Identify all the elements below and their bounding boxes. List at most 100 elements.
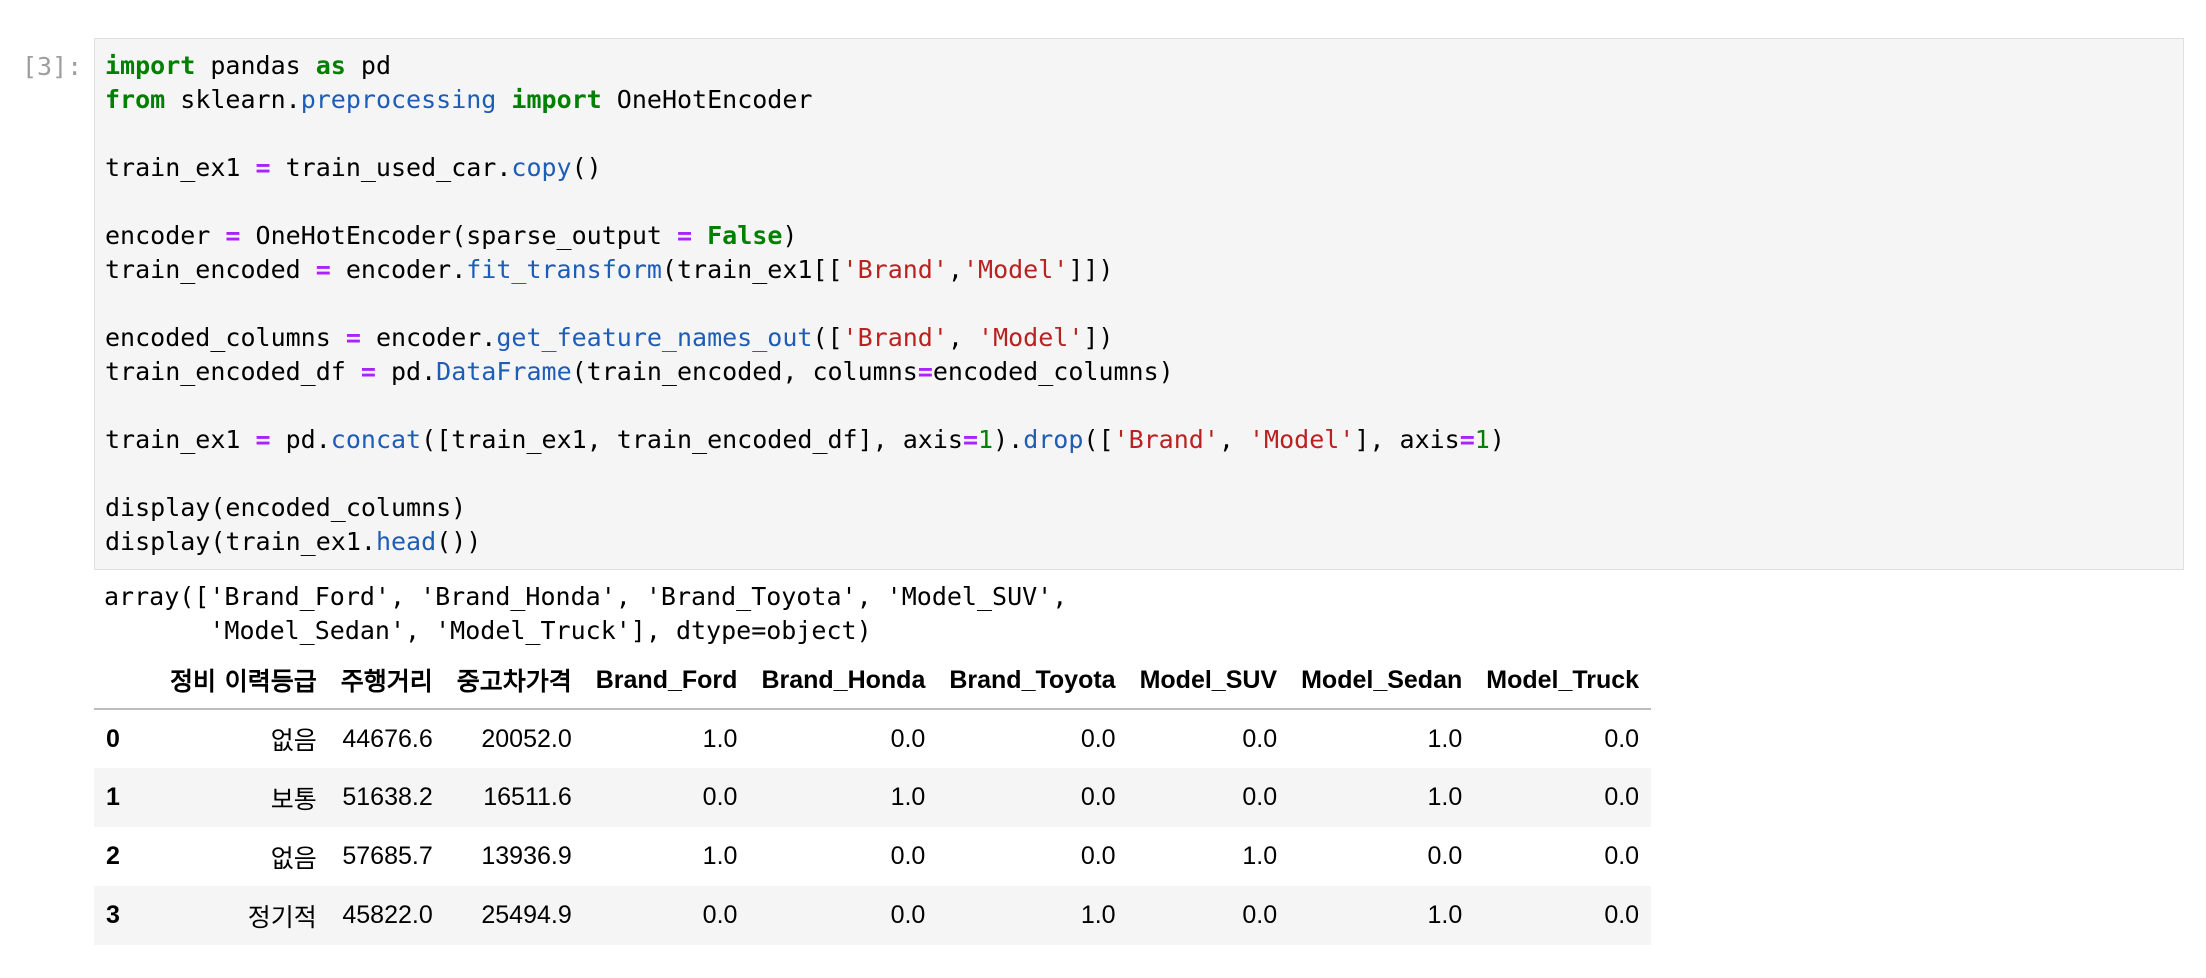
code-token: ([train_ex1, train_encoded_df], axis [421, 425, 963, 454]
table-cell: 0.0 [1080, 724, 1116, 753]
row-index: 1 [106, 783, 120, 811]
table-cell: 0.0 [1604, 901, 1640, 929]
code-token: from [105, 85, 166, 114]
table-cell: 0.0 [1242, 783, 1278, 811]
table-row: 1 보통 51638.2 16511.6 0.0 1.0 0.0 0.0 1.0 0.0 [94, 768, 1652, 827]
code-token: import [511, 85, 602, 114]
code-token: as [315, 51, 346, 80]
table-cell: 16511.6 [483, 783, 572, 811]
code-token: ) [1489, 425, 1505, 454]
code-token: , [947, 255, 963, 284]
code-token: = [1459, 425, 1475, 454]
column-header: Model_SUV [1127, 652, 1290, 710]
code-line: display(encoded_columns) [105, 491, 1505, 525]
column-header: Brand_Toyota [937, 652, 1128, 710]
code-line: train_encoded = encoder.fit_transform(tr… [105, 253, 1505, 287]
code-token: ]) [1083, 323, 1114, 352]
code-token: = [962, 425, 979, 454]
code-token: train_encoded [105, 255, 316, 284]
column-header: Model_Sedan [1289, 652, 1475, 710]
code-token: encoder. [330, 255, 467, 284]
execution-count: [3]: [22, 52, 83, 81]
column-header: Brand_Ford [583, 652, 750, 710]
code-token: = [315, 255, 331, 284]
row-index: 2 [106, 842, 120, 870]
code-token: train_ex1 [105, 425, 256, 454]
code-token: pd. [270, 425, 331, 454]
table-cell: 정기적 [247, 902, 317, 932]
table-cell: 1.0 [702, 842, 738, 870]
code-token: () [571, 153, 602, 182]
code-token: encoded_columns) [932, 357, 1174, 386]
code-token: ]]) [1068, 255, 1114, 284]
code-token: train_ex1 [105, 153, 256, 182]
code-token: preprocessing [300, 85, 497, 114]
code-token: (train_ex1[[ [661, 255, 843, 284]
code-token: 'Brand' [842, 323, 948, 352]
table-cell: 0.0 [890, 724, 926, 753]
code-token: = [917, 357, 933, 386]
code-token: 1 [1474, 425, 1490, 454]
index-header [94, 652, 158, 710]
code-token: , [1218, 425, 1249, 454]
table-cell: 0.0 [1242, 724, 1278, 753]
table-cell: 45822.0 [342, 901, 433, 929]
code-token: 'Model' [1249, 425, 1355, 454]
code-token: ([ [812, 323, 843, 352]
code-token: False [707, 221, 783, 250]
code-token: ) [782, 221, 798, 250]
code-token: fit_transform [466, 255, 662, 284]
table-cell: 1.0 [890, 783, 926, 811]
table-cell: 1.0 [1427, 724, 1463, 753]
code-source[interactable]: import pandas as pd from sklearn.preproce… [105, 49, 1505, 559]
code-token: train_used_car. [270, 153, 512, 182]
table-cell: 1.0 [1242, 842, 1278, 870]
code-token: pd [345, 51, 391, 80]
code-token: drop [1023, 425, 1084, 454]
code-token: 'Brand' [842, 255, 948, 284]
table-cell: 57685.7 [342, 842, 433, 870]
code-editor[interactable]: import pandas as pd from sklearn.preproce… [94, 38, 2184, 570]
code-token: = [255, 153, 271, 182]
code-token: 'Brand' [1113, 425, 1219, 454]
code-token: 1 [978, 425, 994, 454]
code-token: ). [993, 425, 1024, 454]
code-line: encoded_columns = encoder.get_feature_na… [105, 321, 1505, 355]
column-header: 주행거리 [328, 652, 445, 710]
code-line: display(train_ex1.head()) [105, 525, 1505, 559]
code-line: train_encoded_df = pd.DataFrame(train_en… [105, 355, 1505, 389]
code-token: (train_encoded, columns [571, 357, 918, 386]
code-token: ()) [436, 527, 482, 556]
code-token: ([ [1083, 425, 1114, 454]
code-token: import [105, 51, 196, 80]
column-header: Model_Truck [1474, 652, 1652, 710]
code-token: 'Model' [962, 255, 1069, 284]
table-cell: 보통 [270, 784, 317, 814]
table-row: 2 없음 57685.7 13936.9 1.0 0.0 0.0 1.0 0.0 0.0 [94, 827, 1651, 886]
code-token: get_feature_names_out [496, 323, 813, 352]
code-token: OneHotEncoder [601, 85, 813, 114]
table-cell: 44676.6 [342, 724, 433, 753]
code-line: train_ex1 = pd.concat([train_ex1, train_… [105, 423, 1505, 457]
table-cell: 20052.0 [481, 724, 572, 753]
row-index: 0 [106, 724, 120, 753]
code-line: encoder = OneHotEncoder(sparse_output = … [105, 219, 1505, 253]
table-row: 0 없음 44676.6 20052.0 1.0 0.0 0.0 0.0 1.0 0.0 [94, 709, 1651, 768]
code-token: encoded_columns [105, 323, 346, 352]
code-token: = [255, 425, 271, 454]
code-token: ], axis [1354, 425, 1460, 454]
code-token: sklearn. [165, 85, 301, 114]
code-token: display(encoded_columns) [105, 493, 467, 522]
dataframe-table: 정비 이력등급 주행거리 중고차가격 Brand_Ford Brand_Honda Bra… [94, 652, 1652, 945]
table-cell: 없음 [270, 726, 317, 755]
code-token: = [360, 357, 376, 386]
table-cell: 없음 [270, 843, 317, 873]
table-cell: 1.0 [1080, 901, 1116, 929]
table-cell: 0.0 [1604, 724, 1640, 753]
table-cell: 51638.2 [342, 783, 433, 811]
code-token: encoder [105, 221, 226, 250]
